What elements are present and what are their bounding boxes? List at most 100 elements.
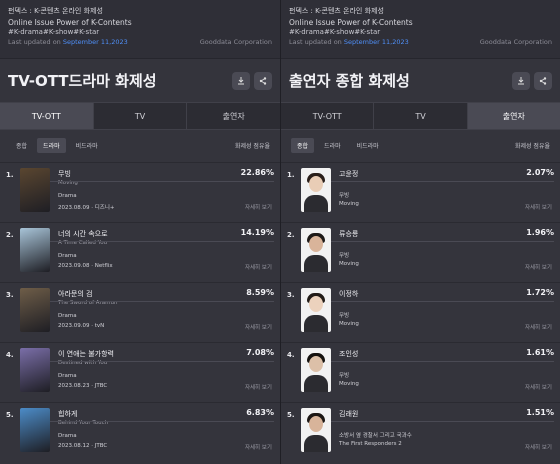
rank-number: 1.: [287, 171, 295, 179]
genre-label: Drama: [58, 253, 77, 259]
row-divider: [50, 181, 274, 182]
drama-title[interactable]: 힙하게: [58, 409, 77, 419]
show-english-title: The First Responders 2: [339, 441, 402, 447]
row-divider: [50, 421, 274, 422]
filter-all[interactable]: 종합: [291, 137, 315, 153]
air-date-network: 2023.09.09 · tvN: [58, 323, 105, 329]
share-percent: 6.83%: [246, 408, 274, 417]
cast-row[interactable]: 5. 김래원 소방서 옆 경찰서 그리고 국과수 The First Responde…: [281, 402, 560, 462]
detail-link[interactable]: 자세히 보기: [245, 263, 272, 271]
detail-link[interactable]: 자세히 보기: [525, 443, 552, 451]
rank-number: 4.: [6, 351, 14, 359]
cast-ranking-list: 1. 고윤정 무빙 Moving 2.07% 자세히 보기 2. 류승룡 무빙 Moving 1.9…: [281, 162, 560, 462]
share-icon[interactable]: [534, 71, 552, 90]
filter-all[interactable]: 종합: [10, 138, 33, 153]
share-percent: 8.59%: [246, 288, 274, 297]
photo-face: [309, 176, 323, 192]
photo-face: [309, 356, 323, 372]
rank-number: 4.: [287, 351, 295, 359]
actor-name[interactable]: 류승룡: [339, 229, 358, 239]
tab-tv[interactable]: TV: [94, 103, 188, 129]
share-percent: 1.96%: [526, 228, 554, 237]
show-title: 소방서 옆 경찰서 그리고 국과수: [339, 433, 412, 439]
detail-link[interactable]: 자세히 보기: [245, 443, 272, 451]
genre-label: Drama: [58, 433, 77, 439]
category-tabs: TV-OTT TV 출연자: [0, 102, 280, 130]
detail-link[interactable]: 자세히 보기: [245, 203, 272, 211]
download-icon[interactable]: [512, 71, 530, 90]
last-updated: Last updated on September 11,2023: [289, 38, 409, 46]
cast-row[interactable]: 2. 류승룡 무빙 Moving 1.96% 자세히 보기: [281, 222, 560, 282]
actor-photo[interactable]: [301, 348, 331, 392]
cast-row[interactable]: 1. 고윤정 무빙 Moving 2.07% 자세히 보기: [281, 162, 560, 222]
actor-photo[interactable]: [301, 228, 331, 272]
actor-photo[interactable]: [301, 168, 331, 212]
detail-link[interactable]: 자세히 보기: [245, 323, 272, 331]
photo-body: [304, 375, 328, 392]
drama-title[interactable]: 아라문의 검: [58, 289, 92, 299]
rank-number: 2.: [287, 231, 295, 239]
cast-row[interactable]: 3. 이정하 무빙 Moving 1.72% 자세히 보기: [281, 282, 560, 342]
genre-label: Drama: [58, 313, 77, 319]
share-percent: 22.86%: [240, 168, 274, 177]
cast-row[interactable]: 4. 조인성 무빙 Moving 1.61% 자세히 보기: [281, 342, 560, 402]
show-title: 무빙: [339, 193, 350, 199]
detail-link[interactable]: 자세히 보기: [245, 383, 272, 391]
share-percent: 7.08%: [246, 348, 274, 357]
drama-row[interactable]: 2. 너의 시간 속으로 A Time Called You Drama 2023.09…: [0, 222, 280, 282]
filter-drama[interactable]: 드라마: [318, 138, 347, 153]
filter-drama[interactable]: 드라마: [37, 137, 66, 153]
last-updated: Last updated on September 11,2023: [8, 38, 128, 46]
show-english-title: Moving: [339, 201, 359, 207]
rank-number: 5.: [6, 411, 14, 419]
rank-number: 3.: [287, 291, 295, 299]
tab-cast[interactable]: 출연자: [187, 103, 280, 129]
drama-row[interactable]: 5. 힙하게 Behind Your Touch Drama 2023.08.12 · …: [0, 402, 280, 462]
rank-number: 1.: [6, 171, 14, 179]
drama-title[interactable]: 이 연애는 불가항력: [58, 349, 114, 359]
tv-ott-drama-panel: 펀덱스 : K-콘텐츠 온라인 화제성 Online Issue Power o…: [0, 0, 280, 464]
drama-row[interactable]: 3. 아라문의 검 The Sword of Aramun Drama 2023.09.…: [0, 282, 280, 342]
tab-cast[interactable]: 출연자: [467, 103, 560, 129]
drama-title[interactable]: 무빙: [58, 169, 71, 179]
filter-non-drama[interactable]: 비드라마: [70, 138, 104, 153]
drama-row[interactable]: 1. 무빙 Moving Drama 2023.08.09 · 디즈니+ 22.86% 자세…: [0, 162, 280, 222]
row-divider: [331, 181, 554, 182]
actor-name[interactable]: 고윤정: [339, 169, 358, 179]
actor-photo[interactable]: [301, 288, 331, 332]
air-date-network: 2023.08.23 · JTBC: [58, 383, 108, 389]
genre-label: Drama: [58, 373, 77, 379]
actor-photo[interactable]: [301, 408, 331, 452]
photo-body: [304, 195, 328, 212]
tab-tv-ott[interactable]: TV-OTT: [0, 103, 94, 129]
poster-thumbnail[interactable]: [20, 288, 50, 332]
share-icon[interactable]: [254, 71, 272, 90]
actor-name[interactable]: 김래원: [339, 409, 358, 419]
detail-link[interactable]: 자세히 보기: [525, 383, 552, 391]
actor-name[interactable]: 조인성: [339, 349, 358, 359]
drama-title[interactable]: 너의 시간 속으로: [58, 229, 108, 239]
photo-face: [309, 416, 323, 432]
download-icon[interactable]: [232, 71, 250, 90]
detail-link[interactable]: 자세히 보기: [525, 203, 552, 211]
filter-non-drama[interactable]: 비드라마: [351, 138, 385, 153]
actor-name[interactable]: 이정하: [339, 289, 358, 299]
row-divider: [50, 361, 274, 362]
row-divider: [331, 241, 554, 242]
panel-title: 출연자 종합 화제성: [289, 72, 410, 90]
photo-body: [304, 435, 328, 452]
poster-thumbnail[interactable]: [20, 408, 50, 452]
tab-tv[interactable]: TV: [374, 103, 468, 129]
drama-row[interactable]: 4. 이 연애는 불가항력 Destined with You Drama 2023.0…: [0, 342, 280, 402]
company-name: Gooddata Corporation: [479, 38, 552, 46]
panel-title: TV-OTT드라마 화제성: [8, 72, 157, 90]
row-divider: [331, 301, 554, 302]
photo-body: [304, 255, 328, 272]
photo-body: [304, 315, 328, 332]
tab-tv-ott[interactable]: TV-OTT: [281, 103, 375, 129]
poster-thumbnail[interactable]: [20, 348, 50, 392]
poster-thumbnail[interactable]: [20, 168, 50, 212]
detail-link[interactable]: 자세히 보기: [525, 323, 552, 331]
poster-thumbnail[interactable]: [20, 228, 50, 272]
detail-link[interactable]: 자세히 보기: [525, 263, 552, 271]
